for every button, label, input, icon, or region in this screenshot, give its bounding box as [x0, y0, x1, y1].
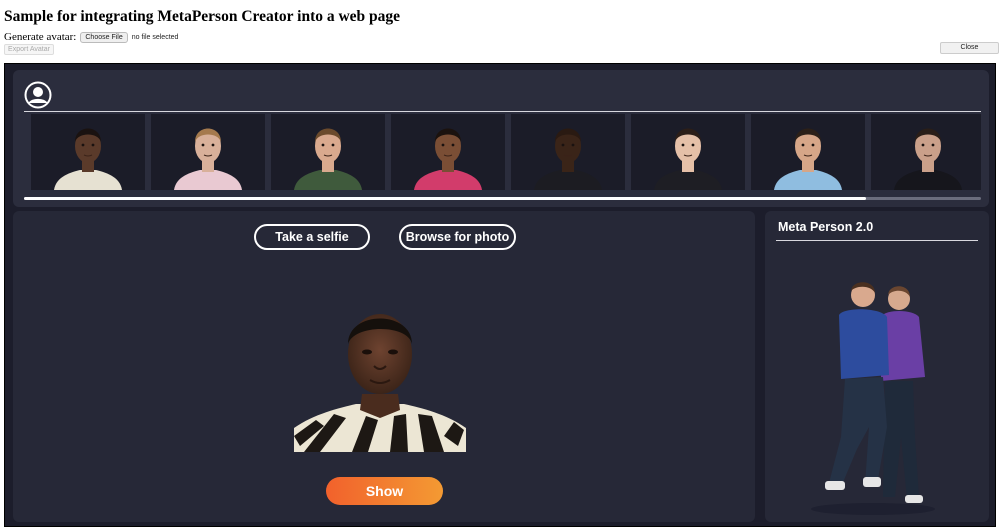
- avatar-thumbnail-image: [774, 128, 842, 190]
- avatar-thumbnail-image: [54, 128, 122, 190]
- avatar-thumbnail[interactable]: [271, 114, 385, 190]
- avatar-thumbnail-image: [414, 128, 482, 190]
- metaperson-creator-frame: Take a selfie Browse for photo Show Meta…: [4, 63, 996, 527]
- avatar-thumbnail[interactable]: [391, 114, 505, 190]
- avatar-preview-image: [294, 314, 466, 452]
- export-avatar-button[interactable]: Export Avatar: [4, 44, 54, 55]
- avatar-thumbnail[interactable]: [631, 114, 745, 190]
- close-button[interactable]: Close: [940, 42, 999, 54]
- meta-person-panel: Meta Person 2.0: [765, 211, 989, 522]
- meta-person-title: Meta Person 2.0: [778, 220, 874, 234]
- avatar-thumbnail[interactable]: [511, 114, 625, 190]
- avatar-thumbnail-image: [894, 128, 962, 190]
- avatar-thumbnail-image: [534, 128, 602, 190]
- file-status: no file selected: [131, 33, 179, 41]
- user-circle-icon[interactable]: [24, 81, 52, 109]
- choose-file-button[interactable]: Choose File: [80, 31, 128, 43]
- avatar-thumbnail-image: [654, 128, 722, 190]
- gallery-divider: [24, 111, 981, 112]
- page-title: Sample for integrating MetaPerson Creato…: [4, 8, 401, 25]
- gallery-scroll-thumb[interactable]: [24, 197, 867, 200]
- avatar-thumbnail-image: [174, 128, 242, 190]
- show-button[interactable]: Show: [326, 477, 443, 505]
- avatar-thumbnail[interactable]: [31, 114, 145, 190]
- meta-person-divider: [776, 240, 978, 241]
- avatar-thumbnail[interactable]: [151, 114, 265, 190]
- avatar-thumbnail-image: [294, 128, 362, 190]
- meta-person-figures-image: [811, 282, 935, 515]
- gallery-scrollbar[interactable]: [24, 197, 981, 200]
- avatar-thumbnail[interactable]: [871, 114, 981, 190]
- avatar-gallery-panel: [13, 70, 989, 207]
- avatar-thumbnail[interactable]: [751, 114, 865, 190]
- take-selfie-button[interactable]: Take a selfie: [254, 224, 370, 250]
- generate-avatar-row: Generate avatar: Choose File no file sel…: [4, 31, 178, 43]
- avatar-strip: [31, 114, 981, 190]
- photo-panel: Take a selfie Browse for photo Show: [13, 211, 755, 522]
- generate-avatar-label: Generate avatar:: [4, 31, 77, 43]
- browse-photo-button[interactable]: Browse for photo: [399, 224, 516, 250]
